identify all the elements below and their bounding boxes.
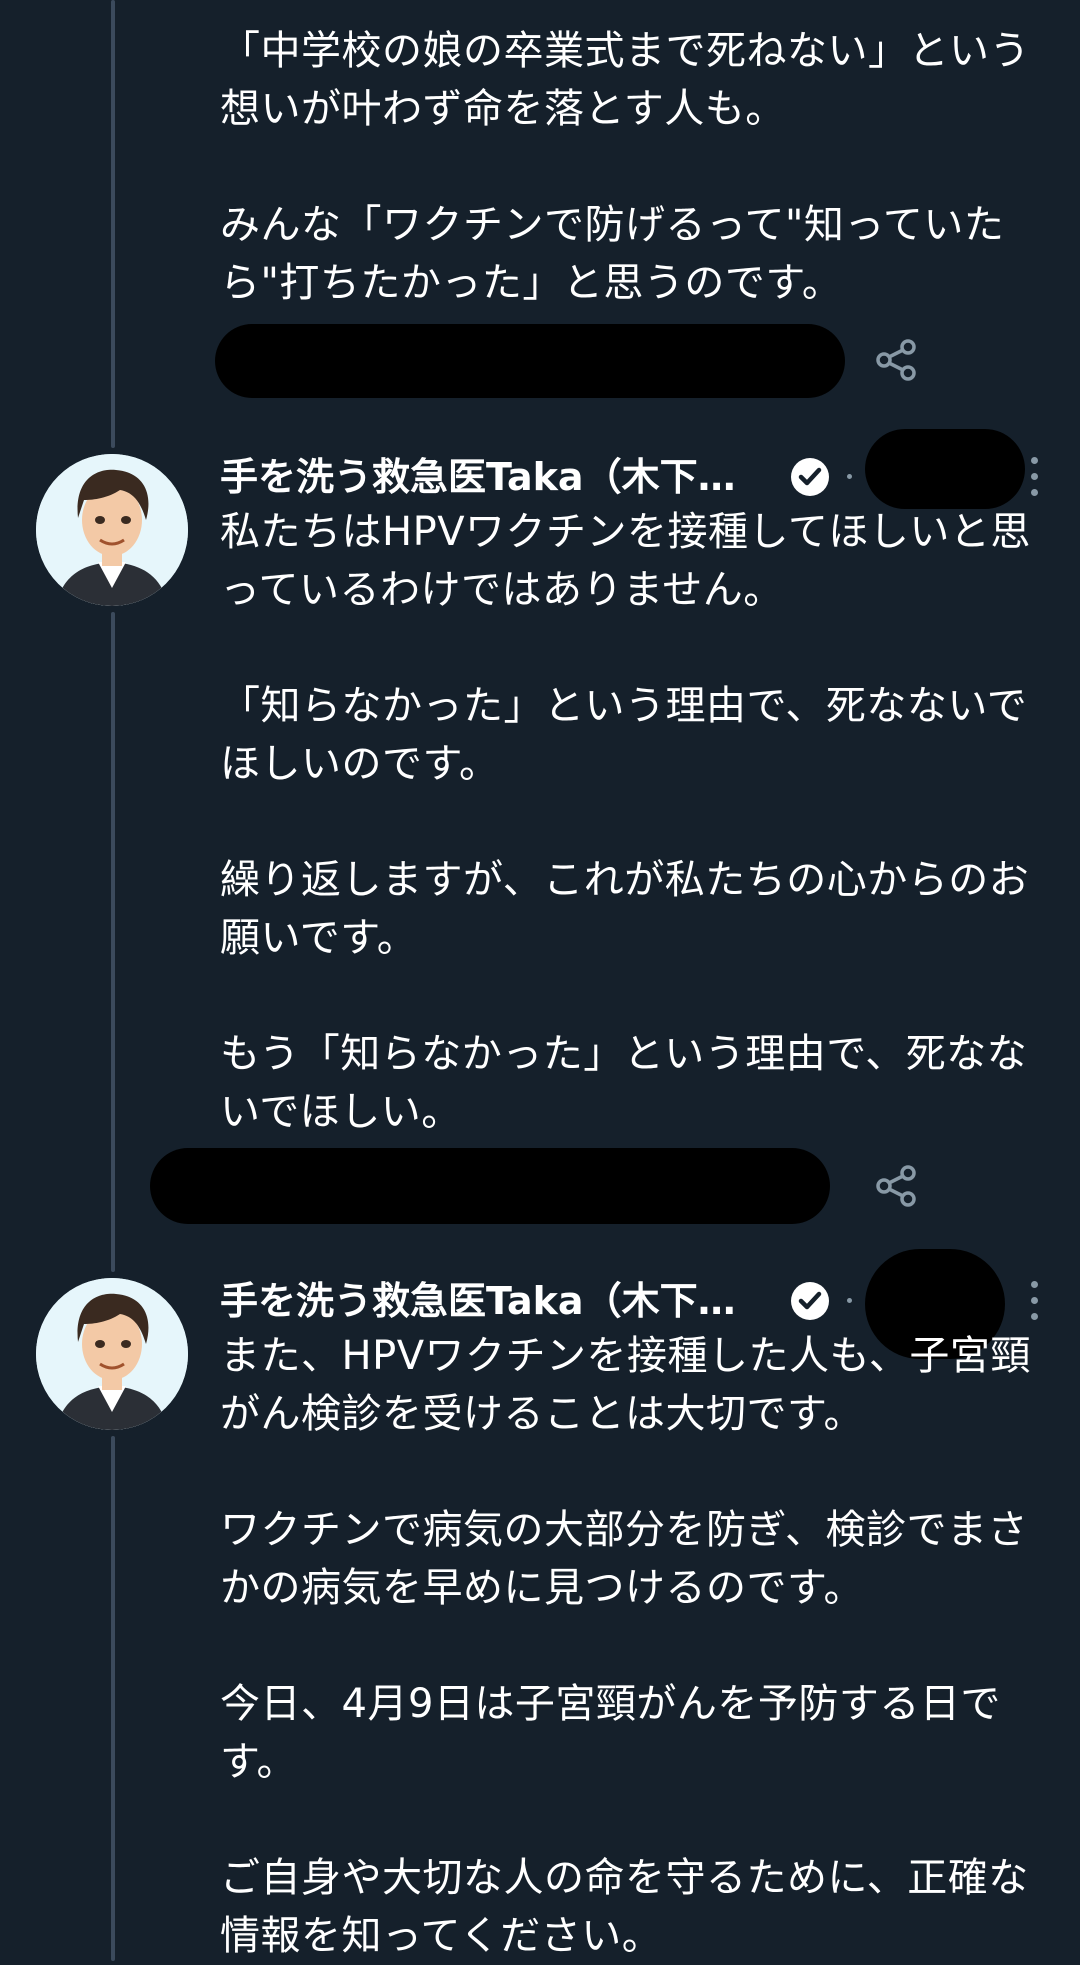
verified-badge-icon (791, 1282, 829, 1320)
separator-dot (847, 1298, 852, 1303)
tweet-header: 手を洗う救急医Taka（木下… (220, 1249, 1050, 1359)
separator-dot (847, 474, 852, 479)
avatar[interactable] (36, 1278, 188, 1430)
tweet-text: また、HPVワクチンを接種した人も、子宮頸がん検診を受けることは大切です。 ワク… (220, 1333, 1031, 1959)
verified-badge-icon (791, 458, 829, 496)
avatar-illustration (36, 1278, 188, 1430)
thread-line (111, 612, 115, 1272)
redacted-area (150, 1148, 830, 1224)
thread-line (111, 0, 115, 448)
more-options-icon[interactable] (1020, 1273, 1050, 1329)
redacted-area (865, 429, 1025, 509)
redacted-area (215, 324, 845, 398)
share-icon[interactable] (872, 1162, 920, 1210)
tweet-actions (150, 322, 920, 402)
tweet-header: 手を洗う救急医Taka（木下… (220, 429, 1050, 509)
tweet-text: 「中学校の娘の卒業式まで死ねない」という想いが叶わず命を落とす人も。 みんな「ワ… (220, 28, 1030, 306)
thread-line (111, 1436, 115, 1961)
author-name[interactable]: 手を洗う救急医Taka（木下… (220, 1271, 736, 1331)
avatar[interactable] (36, 454, 188, 606)
more-options-icon[interactable] (1020, 449, 1050, 505)
author-name[interactable]: 手を洗う救急医Taka（木下… (220, 447, 736, 507)
share-icon[interactable] (872, 336, 920, 384)
avatar-illustration (36, 454, 188, 606)
tweet-actions (150, 1148, 920, 1228)
tweet-text: 私たちはHPVワクチンを接種してほしいと思っているわけではありません。 「知らな… (220, 509, 1031, 1135)
